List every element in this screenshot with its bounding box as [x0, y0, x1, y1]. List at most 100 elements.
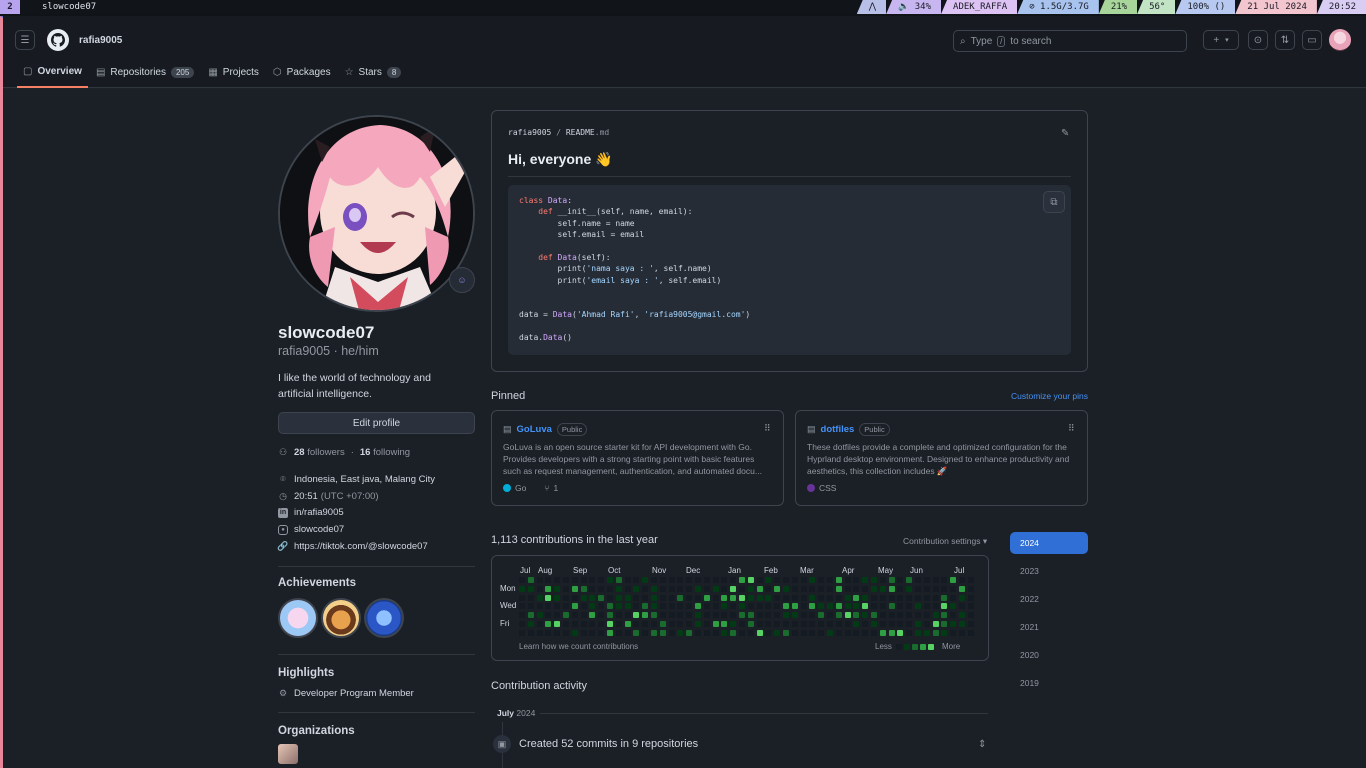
- learn-contributions-link[interactable]: Learn how we count contributions: [519, 642, 638, 651]
- followers-link[interactable]: 28 followers: [294, 447, 345, 458]
- user-avatar[interactable]: [1329, 29, 1351, 51]
- contribution-day-cell[interactable]: [818, 621, 825, 627]
- contribution-day-cell[interactable]: [642, 629, 649, 636]
- contribution-day-cell[interactable]: [563, 594, 569, 601]
- contribution-day-cell[interactable]: [853, 603, 860, 610]
- contribution-day-cell[interactable]: [589, 585, 596, 592]
- contribution-day-cell[interactable]: [853, 577, 860, 583]
- contribution-day-cell[interactable]: [897, 612, 904, 619]
- contribution-day-cell[interactable]: [871, 594, 877, 601]
- contribution-day-cell[interactable]: [765, 577, 772, 583]
- contribution-day-cell[interactable]: [827, 594, 833, 601]
- contribution-day-cell[interactable]: [615, 577, 622, 583]
- website-link[interactable]: https://tiktok.com/@slowcode07: [294, 541, 428, 552]
- contribution-day-cell[interactable]: [967, 621, 974, 627]
- contribution-day-cell[interactable]: [571, 629, 578, 636]
- contribution-day-cell[interactable]: [967, 585, 974, 592]
- contribution-day-cell[interactable]: [721, 621, 728, 627]
- contribution-day-cell[interactable]: [915, 585, 921, 592]
- contribution-day-cell[interactable]: [712, 603, 719, 610]
- contribution-day-cell[interactable]: [765, 629, 772, 636]
- contribution-day-cell[interactable]: [712, 594, 719, 601]
- contribution-day-cell[interactable]: [827, 577, 833, 583]
- contribution-day-cell[interactable]: [888, 612, 895, 619]
- contribution-day-cell[interactable]: [941, 612, 948, 619]
- contribution-day-cell[interactable]: [809, 621, 816, 627]
- contribution-day-cell[interactable]: [800, 594, 807, 601]
- contribution-day-cell[interactable]: [941, 594, 948, 601]
- contribution-day-cell[interactable]: [598, 621, 605, 627]
- contribution-day-cell[interactable]: [844, 629, 851, 636]
- contribution-day-cell[interactable]: [774, 612, 781, 619]
- contribution-day-cell[interactable]: [651, 585, 657, 592]
- contribution-day-cell[interactable]: [959, 603, 965, 610]
- contribution-day-cell[interactable]: [721, 603, 728, 610]
- contribution-day-cell[interactable]: [607, 621, 613, 627]
- contribution-day-cell[interactable]: [862, 621, 869, 627]
- contribution-day-cell[interactable]: [703, 577, 710, 583]
- contribution-day-cell[interactable]: [536, 594, 543, 601]
- year-2021-button[interactable]: 2021: [1010, 616, 1088, 638]
- workspace-indicator[interactable]: 2: [0, 0, 20, 14]
- contribution-day-cell[interactable]: [879, 621, 886, 627]
- contribution-day-cell[interactable]: [563, 621, 569, 627]
- contribution-day-cell[interactable]: [791, 594, 798, 601]
- contribution-day-cell[interactable]: [554, 585, 561, 592]
- contribution-day-cell[interactable]: [906, 612, 913, 619]
- contribution-day-cell[interactable]: [598, 629, 605, 636]
- contribution-day-cell[interactable]: [897, 594, 904, 601]
- contribution-day-cell[interactable]: [615, 594, 622, 601]
- linkedin-link[interactable]: in/rafia9005: [294, 507, 344, 518]
- contribution-day-cell[interactable]: [519, 621, 525, 627]
- contribution-day-cell[interactable]: [703, 629, 710, 636]
- achievement-pull-shark-badge[interactable]: [321, 598, 361, 638]
- contribution-day-cell[interactable]: [642, 603, 649, 610]
- contribution-day-cell[interactable]: [827, 621, 833, 627]
- contribution-day-cell[interactable]: [888, 594, 895, 601]
- contribution-day-cell[interactable]: [827, 585, 833, 592]
- contribution-day-cell[interactable]: [527, 612, 534, 619]
- contribution-day-cell[interactable]: [950, 612, 957, 619]
- contribution-day-cell[interactable]: [642, 612, 649, 619]
- contribution-day-cell[interactable]: [923, 612, 930, 619]
- contribution-day-cell[interactable]: [915, 594, 921, 601]
- contribution-day-cell[interactable]: [545, 585, 552, 592]
- contribution-day-cell[interactable]: [739, 594, 745, 601]
- header-username[interactable]: rafia9005: [79, 35, 122, 46]
- contribution-day-cell[interactable]: [871, 612, 877, 619]
- contribution-day-cell[interactable]: [580, 594, 587, 601]
- contribution-day-cell[interactable]: [888, 629, 895, 636]
- contribution-day-cell[interactable]: [730, 577, 737, 583]
- organization-avatar[interactable]: [278, 744, 298, 764]
- contribution-day-cell[interactable]: [853, 629, 860, 636]
- contribution-day-cell[interactable]: [633, 577, 640, 583]
- contribution-day-cell[interactable]: [659, 594, 666, 601]
- search-input[interactable]: ⌕ Type / to search: [953, 30, 1187, 52]
- tab-repositories[interactable]: ▤ Repositories 205: [90, 64, 200, 88]
- contribution-day-cell[interactable]: [624, 621, 631, 627]
- contribution-day-cell[interactable]: [879, 577, 886, 583]
- contribution-day-cell[interactable]: [897, 621, 904, 627]
- contribution-day-cell[interactable]: [686, 629, 693, 636]
- contribution-day-cell[interactable]: [686, 603, 693, 610]
- contribution-day-cell[interactable]: [659, 621, 666, 627]
- contribution-day-cell[interactable]: [765, 612, 772, 619]
- pinned-repo-card[interactable]: ▤ dotfiles Public ⠿ These dotfiles provi…: [795, 410, 1088, 506]
- contribution-day-cell[interactable]: [536, 577, 543, 583]
- contribution-day-cell[interactable]: [844, 603, 851, 610]
- contribution-day-cell[interactable]: [677, 603, 684, 610]
- contribution-day-cell[interactable]: [651, 612, 657, 619]
- contribution-day-cell[interactable]: [818, 612, 825, 619]
- issues-button[interactable]: ⊙: [1248, 30, 1268, 50]
- contribution-day-cell[interactable]: [915, 612, 921, 619]
- contribution-day-cell[interactable]: [835, 629, 842, 636]
- contribution-day-cell[interactable]: [879, 594, 886, 601]
- contribution-day-cell[interactable]: [642, 621, 649, 627]
- contribution-day-cell[interactable]: [871, 629, 877, 636]
- contribution-day-cell[interactable]: [756, 594, 763, 601]
- contribution-day-cell[interactable]: [783, 621, 789, 627]
- contribution-day-cell[interactable]: [747, 585, 754, 592]
- contribution-day-cell[interactable]: [765, 585, 772, 592]
- contribution-day-cell[interactable]: [897, 585, 904, 592]
- contribution-day-cell[interactable]: [527, 594, 534, 601]
